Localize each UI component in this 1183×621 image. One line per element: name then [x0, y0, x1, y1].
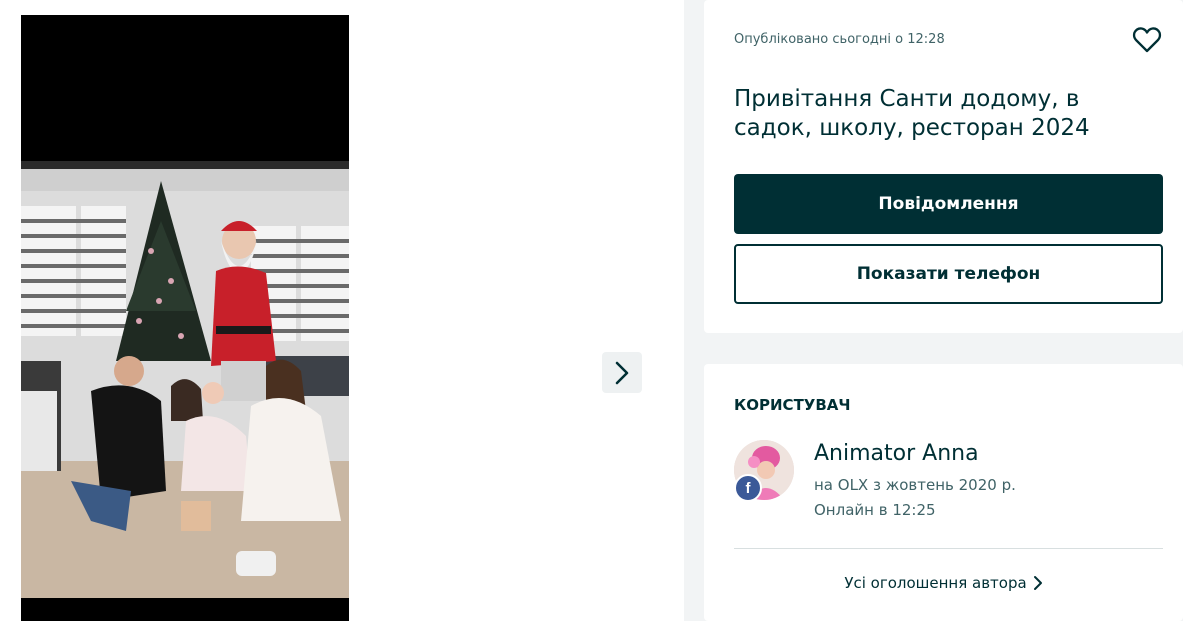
ad-title: Привітання Санти додому, в садок, школу,… [734, 86, 1090, 141]
next-image-button[interactable] [602, 352, 642, 393]
favorite-button[interactable] [1131, 24, 1163, 56]
photo-scene [21, 161, 349, 598]
posted-date: Опубліковано сьогодні о 12:28 [734, 32, 945, 47]
heart-icon [1132, 27, 1162, 53]
divider [734, 548, 1163, 549]
all-author-ads-link[interactable]: Усі оголошення автора [704, 574, 1183, 592]
chevron-right-icon [1033, 576, 1042, 590]
user-online-status: Онлайн в 12:25 [814, 501, 936, 519]
user-heading: КОРИСТУВАЧ [734, 396, 851, 414]
ad-photo[interactable] [21, 15, 349, 621]
message-button[interactable]: Повідомлення [734, 174, 1163, 234]
show-phone-button[interactable]: Показати телефон [734, 244, 1163, 304]
user-name[interactable]: Animator Anna [814, 441, 979, 466]
user-card: КОРИСТУВАЧ f Animator Anna на OLX з жовт… [704, 364, 1183, 621]
user-member-since: на OLX з жовтень 2020 р. [814, 476, 1016, 494]
facebook-icon: f [734, 474, 762, 502]
all-author-ads-label: Усі оголошення автора [844, 574, 1027, 592]
image-gallery [0, 0, 684, 621]
ad-summary-card: Опубліковано сьогодні о 12:28 Привітання… [704, 0, 1183, 333]
chevron-right-icon [615, 361, 629, 384]
